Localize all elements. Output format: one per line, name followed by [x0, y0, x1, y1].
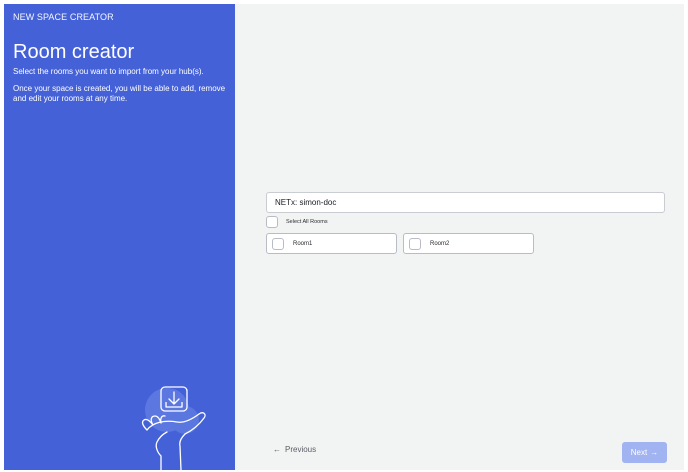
app-window: NEW SPACE CREATOR Room creator Select th…: [4, 4, 684, 470]
select-all-rooms[interactable]: Select All Rooms: [266, 216, 328, 228]
main-content: Select All Rooms Room1 Room2 ← Previous …: [235, 4, 684, 470]
room-label: Room1: [293, 240, 313, 247]
select-all-label: Select All Rooms: [286, 219, 328, 225]
next-label: Next: [630, 448, 648, 457]
arrow-right-icon: →: [650, 448, 659, 457]
room-label: Room2: [430, 240, 450, 247]
previous-button[interactable]: ← Previous: [273, 445, 316, 454]
room-card-room2[interactable]: Room2: [403, 233, 534, 254]
next-button[interactable]: Next →: [622, 442, 667, 463]
wizard-label: NEW SPACE CREATOR: [13, 12, 114, 22]
page-title: Room creator: [13, 41, 135, 63]
sidebar-description-2: Once your space is created, you will be …: [13, 84, 226, 103]
room1-checkbox[interactable]: [272, 237, 284, 250]
hub-select-field[interactable]: [266, 192, 665, 213]
arrow-left-icon: ←: [273, 445, 281, 454]
previous-label: Previous: [285, 445, 317, 454]
select-all-checkbox[interactable]: [266, 216, 278, 228]
sidebar-description-1: Select the rooms you want to import from…: [13, 67, 204, 76]
room2-checkbox[interactable]: [409, 237, 421, 250]
room-card-room1[interactable]: Room1: [266, 233, 397, 254]
sidebar-panel: NEW SPACE CREATOR Room creator Select th…: [4, 4, 235, 470]
hand-holding-download-icon: [141, 386, 206, 470]
